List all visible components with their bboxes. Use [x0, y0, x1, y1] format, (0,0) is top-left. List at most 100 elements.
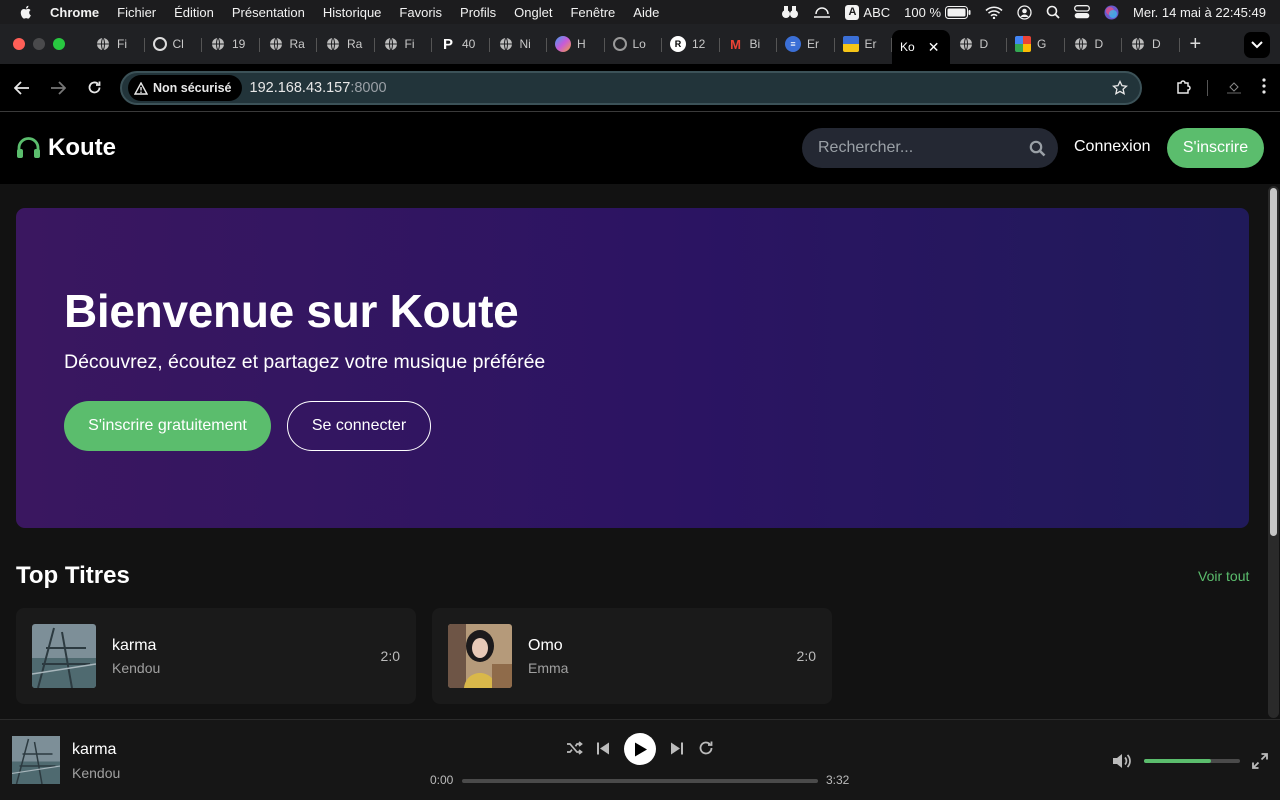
browser-tab-active[interactable]: Ko ✕ — [892, 30, 950, 64]
browser-tab[interactable]: Fi — [87, 29, 145, 59]
globe-icon — [1130, 36, 1146, 52]
track-artist: Emma — [528, 660, 569, 676]
apple-icon[interactable] — [18, 4, 34, 20]
spotlight-search-icon[interactable] — [1046, 5, 1060, 19]
globe-icon — [958, 36, 974, 52]
address-bar[interactable]: Non sécurisé 192.168.43.157:8000 — [120, 71, 1142, 105]
track-card[interactable]: karma Kendou 2:0 — [16, 608, 416, 704]
menu-app-name[interactable]: Chrome — [50, 5, 99, 20]
user-account-icon[interactable] — [1017, 4, 1032, 20]
search-icon[interactable] — [1029, 140, 1046, 157]
globe-icon — [498, 36, 514, 52]
page-scrollbar[interactable] — [1268, 186, 1279, 718]
profile-avatar-icon[interactable] — [1222, 76, 1246, 100]
browser-tab[interactable]: D — [1122, 29, 1180, 59]
menu-onglet[interactable]: Onglet — [514, 5, 552, 20]
signup-button[interactable]: S'inscrire — [1167, 128, 1264, 168]
signup-free-button[interactable]: S'inscrire gratuitement — [64, 401, 271, 451]
gcloud-icon — [1015, 36, 1031, 52]
tab-strip: Fi Cl 19 Ra Ra Fi P 40 Ni H Lo R 12 M Bi ≡ E… — [0, 24, 1280, 64]
close-tab-icon[interactable]: ✕ — [928, 39, 940, 56]
track-artwork — [448, 624, 512, 688]
login-button[interactable]: Se connecter — [287, 401, 431, 451]
browser-tab[interactable]: ≡ Er — [777, 29, 835, 59]
globe-icon — [95, 36, 111, 52]
track-artwork — [32, 624, 96, 688]
login-link[interactable]: Connexion — [1074, 138, 1151, 156]
browser-tab[interactable]: Er — [835, 29, 893, 59]
play-button[interactable] — [624, 733, 656, 765]
minimize-window-button[interactable] — [33, 38, 45, 50]
shuffle-icon[interactable] — [564, 736, 584, 760]
globe-icon — [1073, 36, 1089, 52]
r-icon: R — [670, 36, 686, 52]
more-menu-icon[interactable] — [1262, 77, 1266, 99]
browser-tab[interactable]: D — [1065, 29, 1123, 59]
globe-icon — [210, 36, 226, 52]
browser-tab[interactable]: 19 — [202, 29, 260, 59]
see-all-link[interactable]: Voir tout — [1198, 568, 1249, 584]
browser-tab[interactable]: Cl — [145, 29, 203, 59]
player-bar: karma Kendou 0:00 3:32 — [0, 719, 1280, 800]
control-center-icon[interactable] — [1074, 5, 1090, 19]
previous-track-icon[interactable] — [593, 736, 613, 760]
repeat-icon[interactable] — [696, 736, 716, 760]
site-logo[interactable]: Koute — [16, 134, 116, 162]
menu-fenetre[interactable]: Fenêtre — [570, 5, 615, 20]
browser-tab[interactable]: M Bi — [720, 29, 778, 59]
search-input[interactable]: Rechercher... — [802, 128, 1058, 168]
progress-bar[interactable] — [462, 779, 818, 783]
browser-tab[interactable]: G — [1007, 29, 1065, 59]
scrollbar-thumb[interactable] — [1270, 188, 1277, 536]
browser-tab[interactable]: H — [547, 29, 605, 59]
list-icon: ≡ — [785, 36, 801, 52]
p-icon: P — [442, 35, 453, 53]
menu-edition[interactable]: Édition — [174, 5, 214, 20]
siri-icon[interactable] — [1104, 5, 1119, 20]
menu-favoris[interactable]: Favoris — [399, 5, 442, 20]
window-controls — [13, 38, 73, 50]
browser-tab[interactable]: Ra — [260, 29, 318, 59]
reload-icon[interactable] — [76, 70, 112, 106]
globe-icon — [268, 36, 284, 52]
tab-search-chevron-icon[interactable] — [1244, 32, 1270, 58]
menu-fichier[interactable]: Fichier — [117, 5, 156, 20]
forward-arrow-icon[interactable] — [40, 70, 76, 106]
browser-tab[interactable]: Lo — [605, 29, 663, 59]
browser-tab[interactable]: R 12 — [662, 29, 720, 59]
hero-subtitle: Découvrez, écoutez et partagez votre mus… — [64, 351, 546, 373]
back-arrow-icon[interactable] — [4, 70, 40, 106]
menu-historique[interactable]: Historique — [323, 5, 382, 20]
wifi-icon[interactable] — [985, 6, 1003, 19]
security-chip[interactable]: Non sécurisé — [128, 75, 242, 101]
new-tab-plus-icon[interactable]: + — [1190, 33, 1202, 56]
bookmark-star-icon[interactable] — [1112, 80, 1128, 96]
browser-tab[interactable]: Fi — [375, 29, 433, 59]
track-card[interactable]: Omo Emma 2:0 — [432, 608, 832, 704]
night-shift-icon[interactable] — [813, 6, 831, 18]
url-text[interactable]: 192.168.43.157:8000 — [250, 80, 387, 96]
input-letter-icon: A — [845, 4, 860, 20]
warning-icon — [134, 81, 148, 95]
expand-icon[interactable] — [1249, 749, 1271, 773]
menu-presentation[interactable]: Présentation — [232, 5, 305, 20]
menu-aide[interactable]: Aide — [633, 5, 659, 20]
browser-tab[interactable]: Ni — [490, 29, 548, 59]
battery-status[interactable]: 100 % — [904, 5, 971, 20]
binoculars-icon[interactable] — [781, 5, 799, 19]
browser-tab[interactable]: P 40 — [432, 29, 490, 59]
browser-tab[interactable]: D — [950, 29, 1008, 59]
clock[interactable]: Mer. 14 mai à 22:45:49 — [1133, 5, 1266, 20]
extensions-puzzle-icon[interactable] — [1175, 77, 1193, 100]
now-playing-artist: Kendou — [72, 765, 121, 781]
browser-tab[interactable]: Ra — [317, 29, 375, 59]
volume-icon[interactable] — [1110, 749, 1134, 773]
close-window-button[interactable] — [13, 38, 25, 50]
next-track-icon[interactable] — [667, 736, 687, 760]
input-source[interactable]: A ABC — [845, 4, 890, 20]
total-time: 3:32 — [826, 773, 850, 787]
browser-toolbar: Non sécurisé 192.168.43.157:8000 — [0, 64, 1280, 112]
menu-profils[interactable]: Profils — [460, 5, 496, 20]
fullscreen-window-button[interactable] — [53, 38, 65, 50]
volume-slider[interactable] — [1144, 759, 1240, 763]
